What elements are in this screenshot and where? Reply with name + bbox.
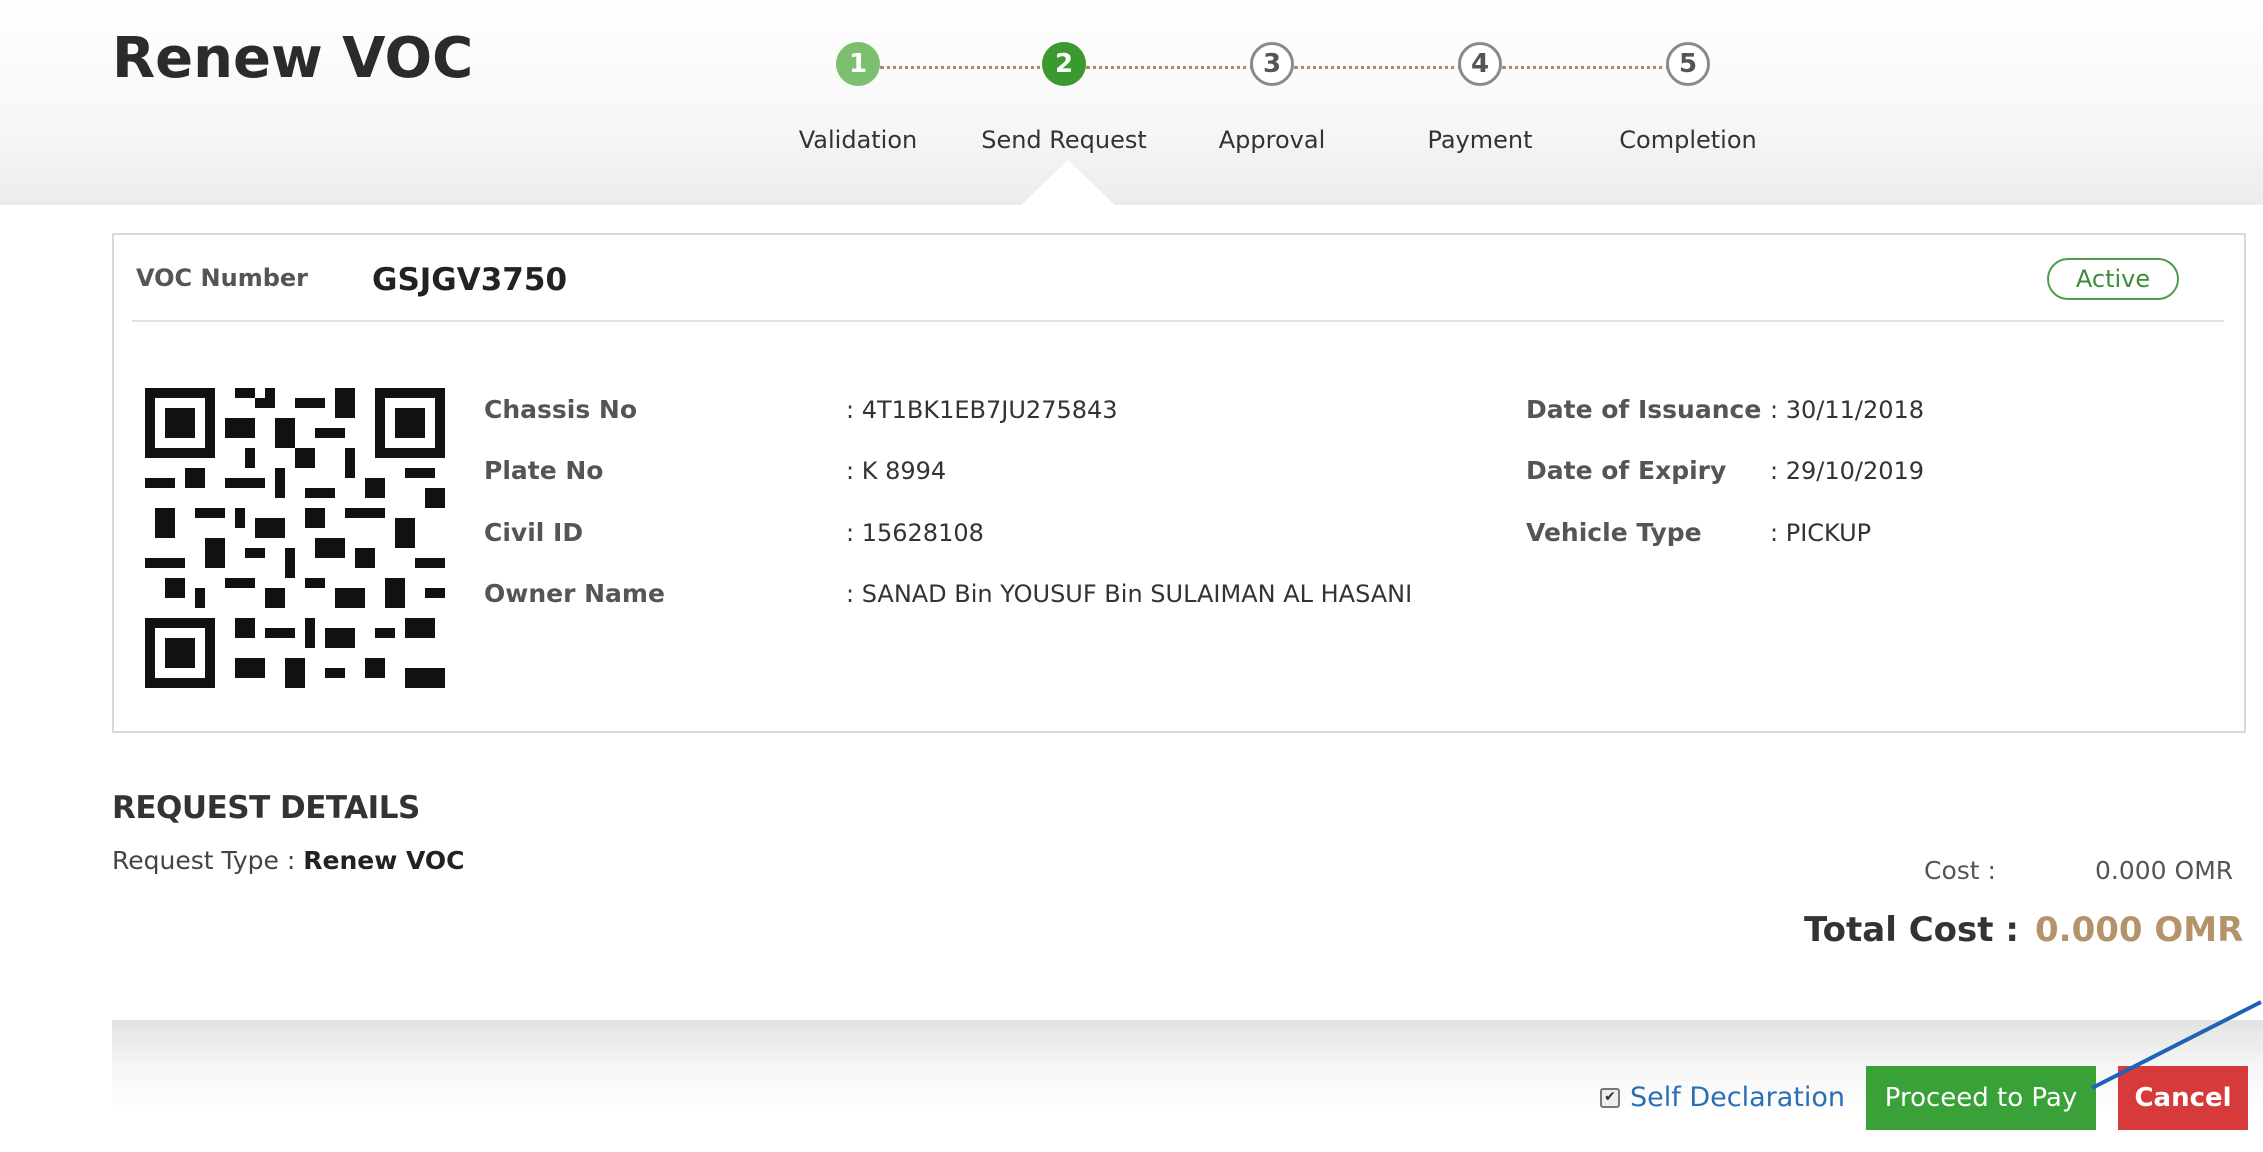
vehicle-type-value: : PICKUP [1770,519,1872,547]
voc-number-value: GSJGV3750 [372,262,568,298]
cost-label: Cost : [1924,856,1996,885]
step-1-circle: 1 [836,42,880,86]
step-5-circle: 5 [1666,42,1710,86]
total-cost-label: Total Cost : [1804,910,2019,950]
issuance-date-value: : 30/11/2018 [1770,396,1925,424]
civil-id-value: : 15628108 [846,519,984,547]
request-type-value: Renew VOC [303,846,465,875]
chassis-no-label: Chassis No [484,395,638,424]
page-title: Renew VOC [112,26,474,91]
step-connector [1502,66,1670,69]
step-5-label: Completion [1619,126,1757,154]
step-2-circle: 2 [1042,42,1086,86]
step-2-label: Send Request [981,126,1147,154]
step-4-label: Payment [1427,126,1533,154]
self-declaration-checkbox[interactable]: ✔ Self Declaration [1600,1082,1845,1113]
total-cost-value: 0.000 OMR [2035,910,2244,950]
step-1-label: Validation [798,126,918,154]
step-3-circle: 3 [1250,42,1294,86]
card-divider [132,320,2224,322]
self-declaration-label[interactable]: Self Declaration [1630,1082,1845,1113]
plate-no-value: : K 8994 [846,457,947,485]
qr-code-icon [135,378,455,698]
vehicle-type-label: Vehicle Type [1526,518,1702,547]
checkbox-icon[interactable]: ✔ [1600,1087,1620,1108]
step-3-label: Approval [1218,126,1326,154]
proceed-to-pay-button[interactable]: Proceed to Pay [1866,1066,2096,1130]
issuance-date-label: Date of Issuance [1526,395,1762,424]
request-type-label: Request Type : [112,846,296,875]
owner-name-value: : SANAD Bin YOUSUF Bin SULAIMAN AL HASAN… [846,580,1413,608]
expiry-date-label: Date of Expiry [1526,456,1727,485]
step-connector [1086,66,1254,69]
expiry-date-value: : 29/10/2019 [1770,457,1925,485]
owner-name-label: Owner Name [484,579,665,608]
status-badge: Active [2047,258,2179,300]
voc-number-label: VOC Number [136,264,308,292]
chassis-no-value: : 4T1BK1EB7JU275843 [846,396,1118,424]
current-step-pointer [1020,160,1116,206]
request-details-title: REQUEST DETAILS [112,790,420,826]
request-type: Request Type : Renew VOC [112,846,465,875]
civil-id-label: Civil ID [484,518,584,547]
step-connector [1294,66,1462,69]
step-4-circle: 4 [1458,42,1502,86]
step-connector [880,66,1048,69]
annotation-arrow-icon [2091,1000,2262,1090]
cost-value: 0.000 OMR [2095,856,2234,885]
plate-no-label: Plate No [484,456,604,485]
